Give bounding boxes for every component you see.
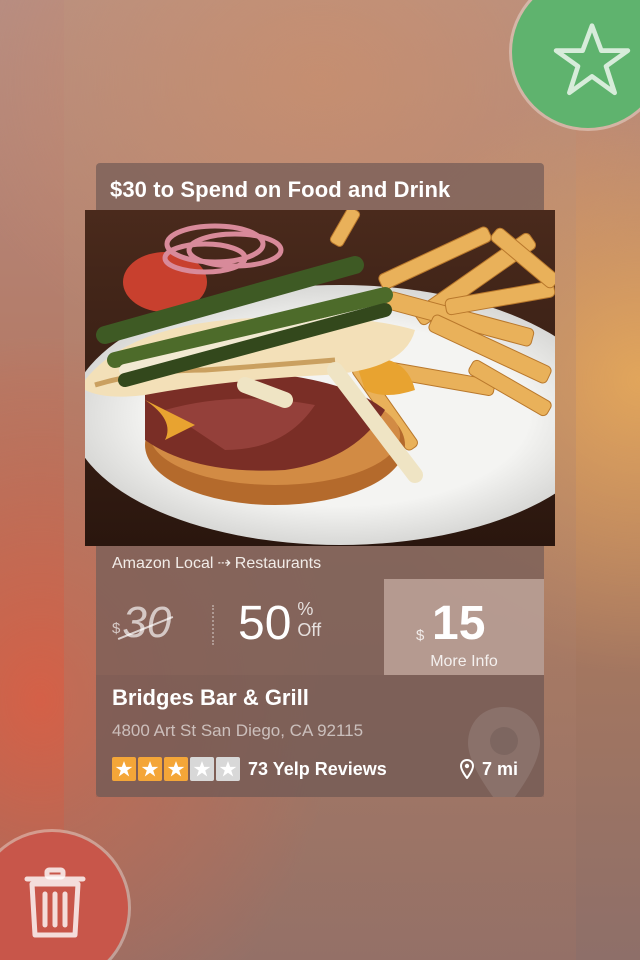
category-section: Restaurants: [234, 555, 322, 572]
rating-star-empty-icon: [216, 757, 240, 781]
original-price-value: 30: [122, 598, 172, 647]
original-price-currency: $: [112, 620, 121, 637]
more-info-button[interactable]: $ 15 More Info: [384, 579, 544, 675]
category-breadcrumb: Amazon Local ⇢ Restaurants: [112, 551, 321, 577]
map-pin-icon: [460, 759, 474, 779]
trash-icon: [24, 867, 86, 938]
price-divider: [212, 605, 214, 645]
deal-card[interactable]: $30 to Spend on Food and Drink Amazon Lo…: [85, 163, 555, 797]
original-price: $ 30: [112, 601, 171, 645]
map-pin-watermark-icon: [464, 703, 544, 797]
discount: 50 % Off: [238, 597, 321, 651]
business-name: Bridges Bar & Grill: [112, 685, 309, 710]
yelp-reviews-link[interactable]: 73 Yelp Reviews: [248, 757, 387, 781]
deal-pricing: $ 30 50 % Off $ 15 More Info: [96, 579, 544, 675]
rating-star-filled-icon: [164, 757, 188, 781]
business-info: Bridges Bar & Grill 4800 Art St San Dieg…: [96, 675, 544, 797]
discount-off-label: Off: [297, 620, 322, 640]
rating-stars: [112, 757, 240, 781]
more-info-label: More Info: [430, 653, 498, 670]
breadcrumb-arrow-icon: ⇢: [217, 555, 231, 572]
category-source: Amazon Local: [112, 555, 214, 572]
rating-star-empty-icon: [190, 757, 214, 781]
discount-value: 50: [238, 597, 292, 650]
deal-price-currency: $: [416, 627, 425, 644]
business-address: 4800 Art St San Diego, CA 92115: [112, 721, 364, 740]
deal-photo: [85, 210, 555, 546]
rating-star-filled-icon: [112, 757, 136, 781]
deal-title: $30 to Spend on Food and Drink: [110, 177, 451, 202]
distance-label: 7 mi: [482, 759, 519, 779]
rating-star-filled-icon: [138, 757, 162, 781]
distance: 7 mi: [460, 757, 518, 781]
deal-price-value: 15: [432, 597, 486, 650]
star-icon: [553, 23, 631, 96]
discount-percent-sign: %: [297, 599, 314, 619]
